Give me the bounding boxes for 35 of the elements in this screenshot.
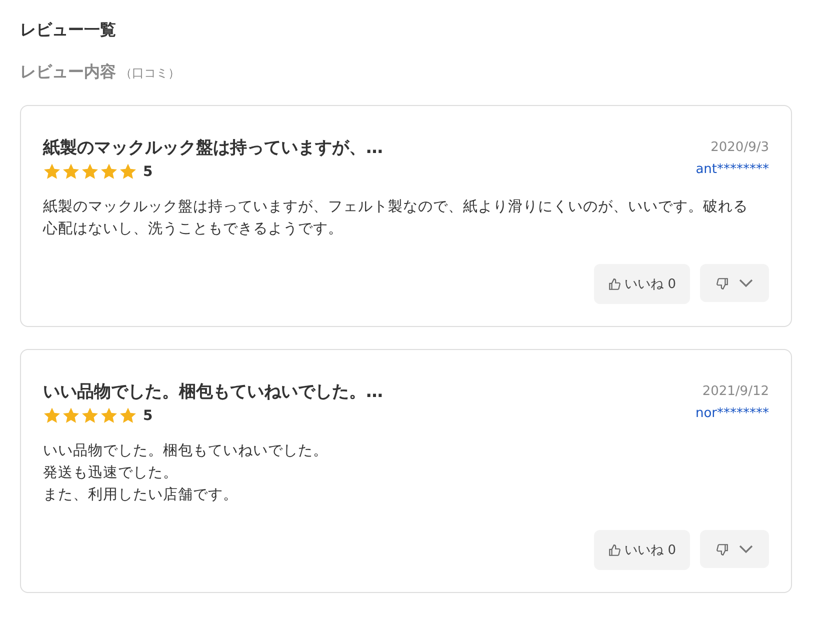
review-text: また、利用したい店舗です。 bbox=[43, 485, 239, 505]
dislike-button[interactable] bbox=[700, 264, 769, 302]
caret-icon bbox=[739, 544, 753, 554]
thumbs-up-icon bbox=[608, 544, 621, 556]
review-text: 発送も迅速でした。 bbox=[43, 463, 179, 483]
star-icon bbox=[43, 407, 61, 424]
thumbs-down-icon bbox=[716, 276, 729, 290]
caret-icon bbox=[739, 278, 753, 288]
reviewer-link[interactable]: ant******** bbox=[696, 162, 769, 177]
section-note: （口コミ） bbox=[120, 65, 180, 82]
review-text: 紙製のマックルック盤は持っていますが、フェルト製なので、紙より滑りにくいのが、いいです。破れる心配はないし、洗うこともできるようです。 bbox=[43, 197, 749, 239]
star-icon bbox=[100, 407, 118, 424]
dislike-button[interactable] bbox=[700, 530, 769, 568]
rating-value: 5 bbox=[143, 408, 153, 424]
review-text: いい品物でした。梱包もていねいでした。 bbox=[43, 441, 329, 461]
review-date: 2021/9/12 bbox=[702, 384, 769, 399]
star-icon bbox=[81, 407, 99, 424]
star-icon bbox=[119, 407, 137, 424]
thumbs-up-icon bbox=[608, 278, 621, 290]
star-icon bbox=[119, 163, 137, 180]
section-heading: レビュー内容 bbox=[20, 62, 116, 83]
reviewer-link[interactable]: nor******** bbox=[695, 406, 769, 421]
rating-value: 5 bbox=[143, 164, 153, 180]
star-icon bbox=[43, 163, 61, 180]
like-button[interactable]: いいね 0 bbox=[594, 264, 690, 304]
review-date: 2020/9/3 bbox=[710, 140, 769, 155]
like-button[interactable]: いいね 0 bbox=[594, 530, 690, 570]
review-title: 紙製のマックルック盤は持っていますが、… bbox=[43, 137, 383, 159]
thumbs-down-icon bbox=[716, 542, 729, 556]
review-title: いい品物でした。梱包もていねいでした。… bbox=[43, 381, 383, 403]
page-heading: レビュー一覧 bbox=[20, 19, 117, 41]
star-icon bbox=[100, 163, 118, 180]
star-icon bbox=[62, 163, 80, 180]
star-icon bbox=[81, 163, 99, 180]
star-icon bbox=[62, 407, 80, 424]
